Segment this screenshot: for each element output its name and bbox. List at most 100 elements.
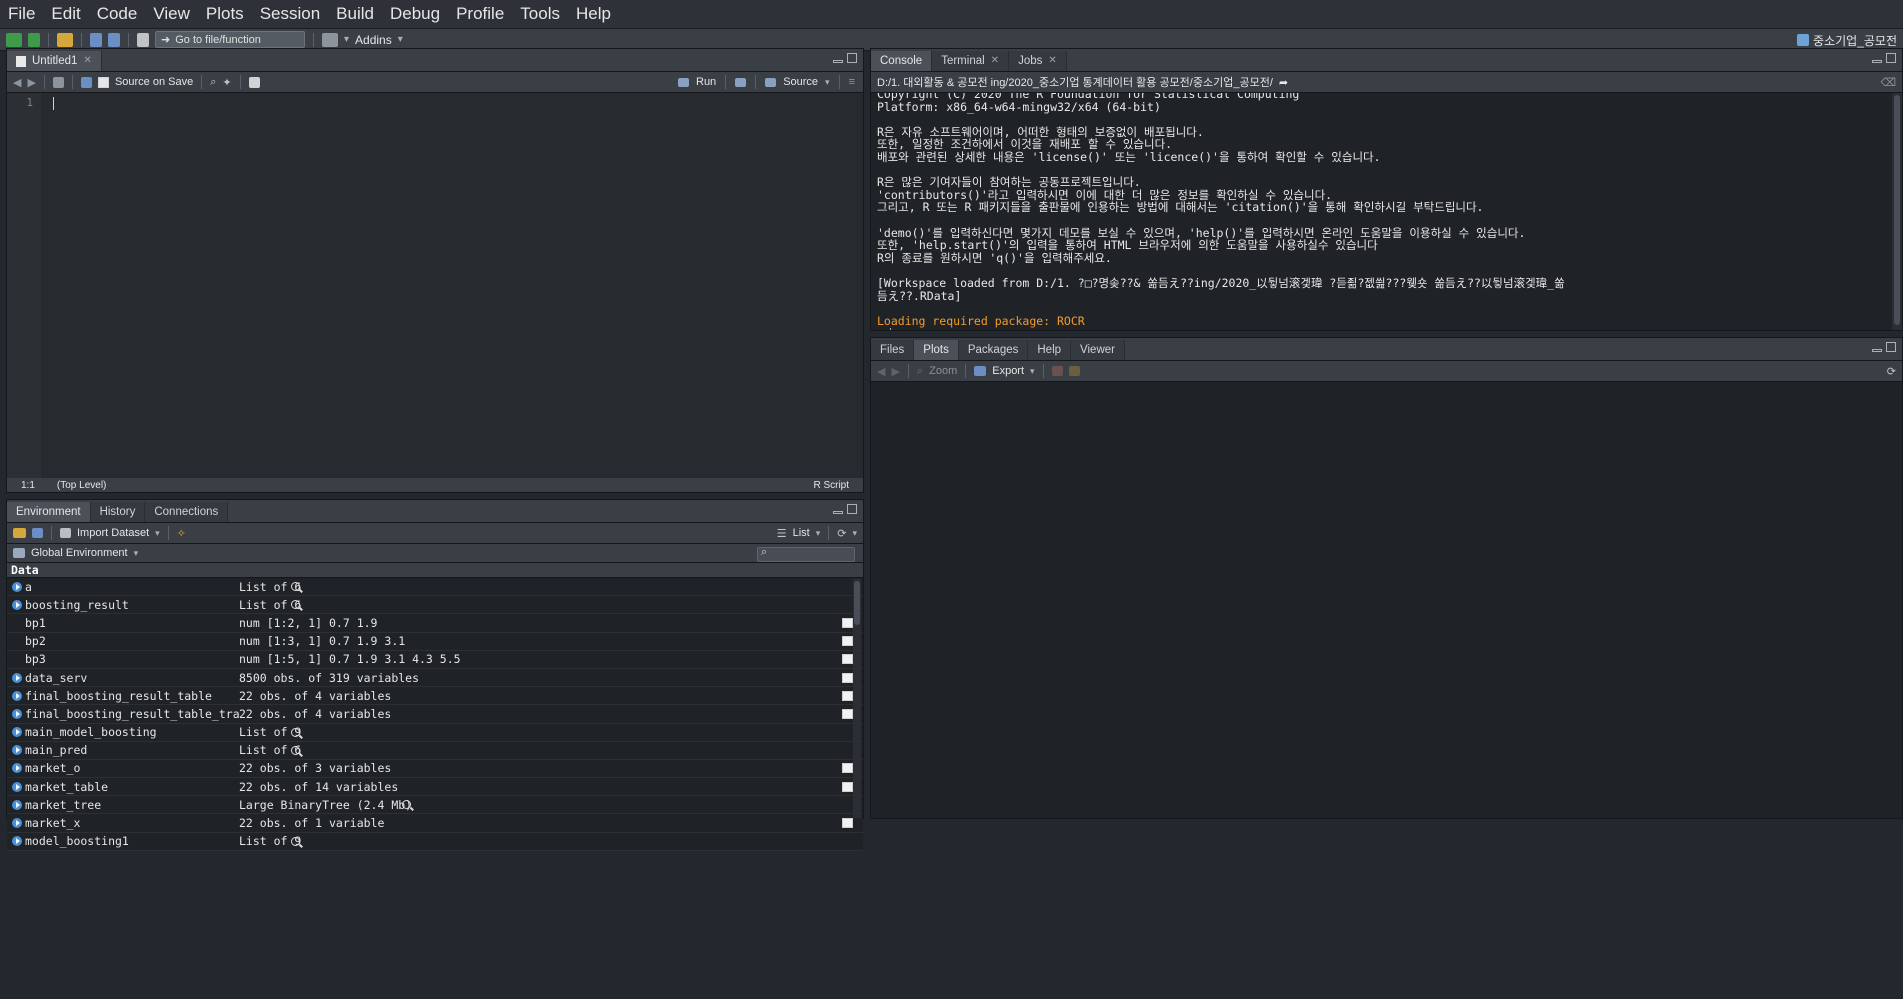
grid-layout-icon[interactable] bbox=[322, 32, 338, 47]
search-icon[interactable]: ⌕ bbox=[210, 76, 216, 89]
refresh-icon[interactable]: ⟳ bbox=[1887, 365, 1896, 378]
expand-icon[interactable] bbox=[12, 581, 22, 592]
broom-icon[interactable]: ✧ bbox=[177, 527, 186, 540]
source-button[interactable]: Source bbox=[783, 76, 818, 88]
magnifier-icon[interactable] bbox=[291, 745, 301, 755]
magnifier-icon[interactable] bbox=[291, 836, 301, 846]
minimize-icon[interactable] bbox=[1872, 349, 1882, 352]
maximize-icon[interactable] bbox=[1886, 53, 1896, 63]
menu-plots[interactable]: Plots bbox=[198, 0, 252, 28]
chevron-down-icon[interactable]: ▾ bbox=[852, 528, 857, 539]
forward-arrow-icon[interactable]: ▶ bbox=[891, 365, 899, 378]
environment-row[interactable]: bp3 num [1:5, 1] 0.7 1.9 3.1 4.3 5.5 bbox=[7, 650, 863, 669]
save-icon[interactable] bbox=[80, 76, 92, 88]
chevron-down-icon[interactable]: ▾ bbox=[398, 34, 403, 45]
expand-icon[interactable] bbox=[12, 690, 22, 701]
tab-help[interactable]: Help bbox=[1028, 340, 1072, 360]
show-in-window-icon[interactable] bbox=[52, 76, 64, 88]
expand-icon[interactable] bbox=[12, 745, 22, 756]
file-type-selector[interactable]: R Script bbox=[813, 480, 849, 491]
menu-session[interactable]: Session bbox=[252, 0, 328, 28]
environment-row[interactable]: boosting_result List of 6 bbox=[7, 596, 863, 615]
zoom-button[interactable]: Zoom bbox=[929, 365, 957, 377]
environment-row[interactable]: bp2 num [1:3, 1] 0.7 1.9 3.1 bbox=[7, 632, 863, 651]
back-arrow-icon[interactable]: ◀ bbox=[877, 365, 885, 378]
tab-connections[interactable]: Connections bbox=[145, 502, 229, 522]
magnifier-icon[interactable] bbox=[291, 600, 301, 610]
tab-viewer[interactable]: Viewer bbox=[1071, 340, 1125, 360]
grid-icon[interactable] bbox=[842, 690, 853, 701]
maximize-icon[interactable] bbox=[847, 53, 857, 63]
chevron-down-icon[interactable]: ▾ bbox=[344, 34, 349, 45]
expand-icon[interactable] bbox=[12, 672, 22, 683]
environment-search-input[interactable]: ⌕ bbox=[757, 546, 855, 562]
chevron-down-icon[interactable]: ▾ bbox=[134, 548, 139, 559]
environment-row[interactable]: bp1 num [1:2, 1] 0.7 1.9 bbox=[7, 614, 863, 633]
code-editor[interactable]: 1 bbox=[7, 93, 863, 478]
scrollbar-thumb[interactable] bbox=[1894, 95, 1900, 325]
run-button[interactable]: Run bbox=[696, 76, 716, 88]
source-on-save-checkbox[interactable] bbox=[97, 76, 109, 88]
environment-row[interactable]: market_tree Large BinaryTree (2.4 Mb) bbox=[7, 796, 863, 815]
chevron-down-icon[interactable]: ▾ bbox=[155, 528, 160, 539]
tab-history[interactable]: History bbox=[90, 502, 146, 522]
grid-icon[interactable] bbox=[842, 763, 853, 774]
menu-code[interactable]: Code bbox=[89, 0, 146, 28]
expand-icon[interactable] bbox=[12, 799, 22, 810]
chevron-down-icon[interactable]: ▾ bbox=[816, 528, 821, 539]
maximize-icon[interactable] bbox=[1886, 342, 1896, 352]
chevron-down-icon[interactable]: ▾ bbox=[825, 77, 830, 88]
save-all-icon[interactable] bbox=[108, 32, 120, 47]
expand-icon[interactable] bbox=[12, 836, 22, 847]
environment-row[interactable]: main_model_boosting List of 9 bbox=[7, 723, 863, 742]
open-folder-icon[interactable] bbox=[57, 32, 73, 47]
compile-report-icon[interactable] bbox=[248, 76, 260, 88]
view-mode-selector[interactable]: List bbox=[793, 527, 810, 539]
expand-icon[interactable] bbox=[12, 781, 22, 792]
go-to-file-input[interactable]: ➜ Go to file/function bbox=[155, 31, 305, 48]
grid-icon[interactable] bbox=[842, 781, 853, 792]
clear-plots-icon[interactable] bbox=[1068, 366, 1080, 376]
scrollbar-thumb[interactable] bbox=[854, 581, 860, 625]
chevron-down-icon[interactable]: ▾ bbox=[1030, 366, 1035, 377]
environment-row[interactable]: final_boosting_result_table 22 obs. of 4 … bbox=[7, 687, 863, 706]
save-icon[interactable] bbox=[32, 528, 43, 538]
tab-untitled1[interactable]: Untitled1 ✕ bbox=[7, 51, 102, 71]
menu-debug[interactable]: Debug bbox=[382, 0, 448, 28]
close-icon[interactable]: ✕ bbox=[83, 51, 91, 71]
tab-terminal[interactable]: Terminal ✕ bbox=[932, 51, 1010, 71]
refresh-icon[interactable]: ⟳ bbox=[837, 527, 846, 540]
rerun-icon[interactable] bbox=[735, 77, 747, 87]
outline-icon[interactable]: ≡ bbox=[849, 76, 855, 88]
expand-icon[interactable] bbox=[12, 599, 22, 610]
minimize-icon[interactable] bbox=[833, 60, 843, 63]
tab-packages[interactable]: Packages bbox=[958, 340, 1029, 360]
tab-files[interactable]: Files bbox=[871, 340, 915, 360]
menu-tools[interactable]: Tools bbox=[512, 0, 568, 28]
save-icon[interactable] bbox=[90, 32, 102, 47]
magic-wand-icon[interactable]: ✦ bbox=[222, 76, 231, 89]
magnifier-icon[interactable] bbox=[291, 582, 301, 592]
maximize-icon[interactable] bbox=[847, 504, 857, 514]
scope-indicator[interactable]: (Top Level) bbox=[57, 480, 106, 491]
print-icon[interactable] bbox=[137, 32, 149, 47]
console-scrollbar[interactable] bbox=[1892, 93, 1902, 330]
environment-row[interactable]: data_serv 8500 obs. of 319 variables bbox=[7, 668, 863, 688]
tab-jobs[interactable]: Jobs ✕ bbox=[1009, 51, 1067, 71]
expand-icon[interactable] bbox=[12, 708, 22, 719]
forward-arrow-icon[interactable]: ▶ bbox=[27, 76, 35, 89]
import-dataset-button[interactable]: Import Dataset bbox=[77, 527, 149, 539]
expand-icon[interactable] bbox=[12, 727, 22, 738]
magnifier-icon[interactable] bbox=[402, 800, 412, 810]
environment-row[interactable]: a List of 6 bbox=[7, 578, 863, 597]
magnifier-icon[interactable] bbox=[291, 727, 301, 737]
grid-icon[interactable] bbox=[842, 672, 853, 683]
addins-menu[interactable]: Addins bbox=[355, 33, 392, 47]
grid-icon[interactable] bbox=[842, 617, 853, 628]
console-prompt[interactable]: > bbox=[877, 327, 1886, 330]
global-environment-selector[interactable]: Global Environment bbox=[31, 547, 128, 559]
grid-icon[interactable] bbox=[842, 708, 853, 719]
menu-help[interactable]: Help bbox=[568, 0, 619, 28]
expand-icon[interactable] bbox=[12, 763, 22, 774]
clear-console-icon[interactable]: ⌫ bbox=[1880, 76, 1896, 89]
